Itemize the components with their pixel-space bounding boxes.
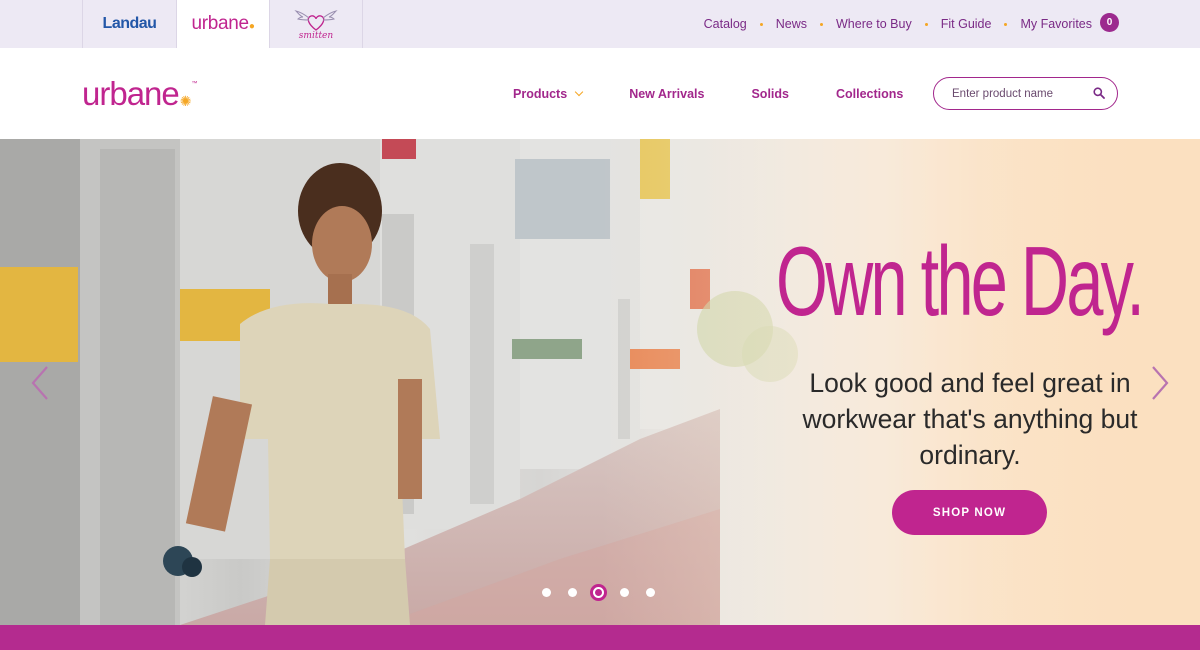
hero-banner: Own the Day. Look good and feel great in… xyxy=(0,139,1200,625)
util-link-fit-guide[interactable]: Fit Guide xyxy=(941,17,992,31)
main-nav: Products New Arrivals Solids Collections xyxy=(513,48,903,139)
carousel-dot-3-active[interactable] xyxy=(590,584,607,601)
brand-bar: Landau urbane● smitten Catalog News Wher… xyxy=(0,0,1200,48)
hero-subtext: Look good and feel great in workwear tha… xyxy=(802,368,1138,470)
nav-item-solids[interactable]: Solids xyxy=(751,87,789,101)
separator-dot xyxy=(820,22,823,26)
utility-nav: Catalog News Where to Buy Fit Guide My F… xyxy=(704,0,1119,48)
separator-dot xyxy=(1004,22,1008,26)
carousel-indicators xyxy=(542,584,672,601)
hero-headline: Own the Day. xyxy=(776,226,1145,336)
carousel-dot-5[interactable] xyxy=(646,588,655,597)
shop-now-button[interactable]: SHOP NOW xyxy=(892,490,1047,535)
separator-dot xyxy=(759,22,763,26)
bottom-band xyxy=(0,625,1200,650)
search-box xyxy=(933,77,1118,110)
nav-item-collections[interactable]: Collections xyxy=(836,87,903,101)
carousel-dot-1[interactable] xyxy=(542,588,551,597)
carousel-dot-2[interactable] xyxy=(568,588,577,597)
carousel-dot-4[interactable] xyxy=(620,588,629,597)
main-header: urbane ✺ ™ Products New Arrivals Solids … xyxy=(0,48,1200,139)
landau-logo: Landau xyxy=(102,15,157,32)
brand-tab-landau[interactable]: Landau xyxy=(82,0,176,48)
sun-icon: ✺ xyxy=(179,93,192,109)
util-link-my-favorites[interactable]: My Favorites xyxy=(1020,17,1092,31)
brand-tab-smitten[interactable]: smitten xyxy=(269,0,363,48)
carousel-next-arrow-icon[interactable] xyxy=(1150,365,1170,401)
brand-tabs: Landau urbane● smitten xyxy=(82,0,363,48)
nav-item-products[interactable]: Products xyxy=(513,87,584,101)
urbane-small-logo: urbane● xyxy=(191,13,255,34)
search-icon[interactable] xyxy=(1093,87,1105,99)
util-link-news[interactable]: News xyxy=(776,17,807,31)
smitten-logo: smitten xyxy=(294,8,338,41)
brand-tab-urbane[interactable]: urbane● xyxy=(176,0,269,48)
separator-dot xyxy=(924,22,928,26)
chevron-down-icon xyxy=(574,87,584,96)
search-input[interactable] xyxy=(952,87,1082,100)
util-link-catalog[interactable]: Catalog xyxy=(704,17,747,31)
favorites-count-badge[interactable]: 0 xyxy=(1100,12,1119,32)
urbane-logo[interactable]: urbane ✺ ™ xyxy=(82,75,198,113)
nav-item-new-arrivals[interactable]: New Arrivals xyxy=(629,87,704,101)
carousel-prev-arrow-icon[interactable] xyxy=(30,365,50,401)
util-link-where-to-buy[interactable]: Where to Buy xyxy=(836,17,912,31)
